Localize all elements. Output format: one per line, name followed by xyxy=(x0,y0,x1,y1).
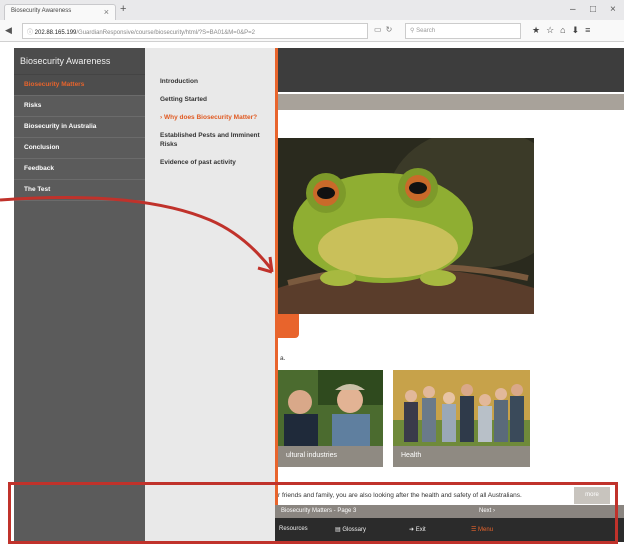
back-arrow-icon[interactable]: ◀ xyxy=(5,25,12,36)
maximize-button[interactable]: □ xyxy=(590,4,596,15)
submenu-item-getting-started[interactable]: Getting Started xyxy=(145,95,275,104)
family-image xyxy=(393,370,530,446)
submenu-item-established-pests[interactable]: Established Pests and Imminent Risks xyxy=(145,131,275,149)
toolbar-icons[interactable]: ★☆⌂⬇≡ xyxy=(532,25,596,36)
url-bar[interactable]: ⓘ 202.88.165.199/GuardianResponsive/cour… xyxy=(22,23,368,39)
submenu-panel: Introduction Getting Started › Why does … xyxy=(145,48,275,542)
app-subheader xyxy=(275,94,624,110)
farmers-image xyxy=(278,370,383,446)
card-health[interactable]: Health xyxy=(393,370,530,467)
reader-icon[interactable]: ▭ xyxy=(374,25,386,34)
minimize-button[interactable]: – xyxy=(570,4,576,15)
refresh-icon[interactable]: ↻ xyxy=(386,25,397,34)
tab-close-icon[interactable]: × xyxy=(104,7,109,17)
card-agricultural-industries[interactable]: ultural industries xyxy=(278,370,383,467)
home-icon[interactable]: ⌂ xyxy=(560,25,571,35)
frog-image xyxy=(278,138,534,314)
submenu-item-introduction[interactable]: Introduction xyxy=(145,77,275,86)
submenu-item-why-biosecurity-matters[interactable]: › Why does Biosecurity Matter? xyxy=(145,113,275,122)
browser-tab[interactable]: Biosecurity Awareness × xyxy=(4,4,116,20)
annotation-highlight-box xyxy=(8,482,618,544)
sidebar-item-feedback[interactable]: Feedback xyxy=(14,159,145,180)
library-icon[interactable]: ☆ xyxy=(546,25,560,35)
url-host: 202.88.165.199 xyxy=(34,30,77,36)
browser-toolbar: ◀ ⓘ 202.88.165.199/GuardianResponsive/co… xyxy=(0,20,624,42)
sidebar: Biosecurity Awareness Biosecurity Matter… xyxy=(14,48,145,542)
tab-title: Biosecurity Awareness xyxy=(11,8,72,14)
app-header xyxy=(275,48,624,92)
download-icon[interactable]: ⬇ xyxy=(572,25,586,35)
sidebar-item-the-test[interactable]: The Test xyxy=(14,180,145,201)
sidebar-item-biosecurity-in-australia[interactable]: Biosecurity in Australia xyxy=(14,117,145,138)
intro-text: a. xyxy=(280,355,286,362)
close-window-button[interactable]: × xyxy=(610,4,616,15)
card-caption: Health xyxy=(393,446,530,467)
new-tab-button[interactable]: + xyxy=(120,3,126,15)
reader-refresh-icons[interactable]: ▭↻ xyxy=(374,25,396,34)
browser-titlebar: Biosecurity Awareness × + – □ × xyxy=(0,0,624,20)
sidebar-item-risks[interactable]: Risks xyxy=(14,96,145,117)
url-path: /GuardianResponsive/course/biosecurity/h… xyxy=(76,30,255,36)
sidebar-item-biosecurity-matters[interactable]: Biosecurity Matters xyxy=(14,75,145,96)
info-icon: ⓘ xyxy=(27,30,35,36)
card-caption: ultural industries xyxy=(278,446,383,467)
bookmark-star-icon[interactable]: ★ xyxy=(532,25,546,35)
sidebar-title: Biosecurity Awareness xyxy=(14,48,145,75)
sidebar-item-conclusion[interactable]: Conclusion xyxy=(14,138,145,159)
search-input[interactable]: ⚲ Search xyxy=(405,23,521,39)
menu-icon[interactable]: ≡ xyxy=(585,25,596,35)
submenu-item-evidence-past-activity[interactable]: Evidence of past activity xyxy=(145,158,275,167)
search-placeholder: Search xyxy=(416,28,436,34)
